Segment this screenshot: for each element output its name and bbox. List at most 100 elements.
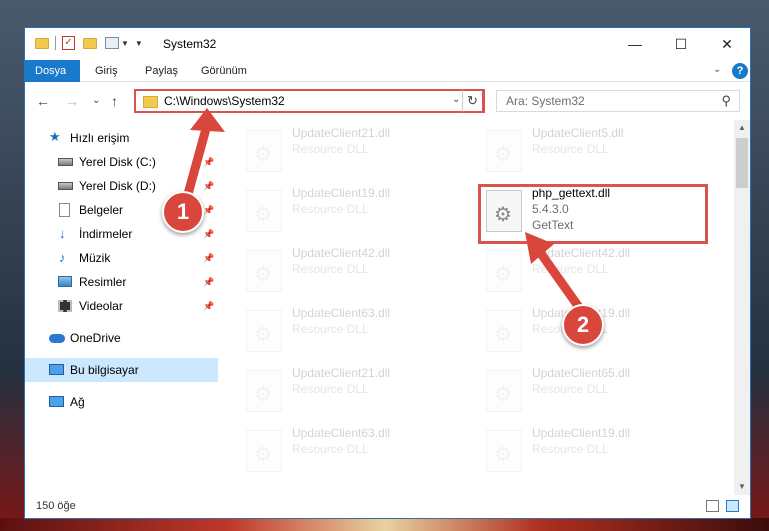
- pin-icon[interactable]: 📌: [203, 253, 214, 264]
- file-item[interactable]: ⚙ UpdateClient19.dll Resource DLL: [486, 426, 686, 478]
- computer-icon: [49, 364, 64, 375]
- sidebar-item-label: OneDrive: [70, 331, 121, 345]
- customize-chevron-down-icon[interactable]: ▼: [121, 39, 129, 48]
- details-view-icon[interactable]: [706, 500, 719, 512]
- pin-icon[interactable]: 📌: [203, 277, 214, 288]
- pin-icon[interactable]: 📌: [203, 181, 214, 192]
- sidebar-item-label: Videolar: [79, 299, 123, 313]
- file-name: UpdateClient63.dll: [292, 426, 391, 440]
- file-type: Resource DLL: [292, 202, 369, 216]
- file-type: Resource DLL: [532, 142, 609, 156]
- minimize-button[interactable]: —: [612, 28, 658, 60]
- file-item[interactable]: ⚙ UpdateClient5.dll Resource DLL: [486, 126, 686, 178]
- drive-icon: [58, 182, 73, 190]
- new-folder-icon[interactable]: [83, 37, 97, 49]
- tab-share[interactable]: Paylaş: [135, 60, 188, 82]
- file-list: ⚙ UpdateClient21.dll Resource DLL ⚙ Upda…: [234, 120, 734, 490]
- scroll-down-icon[interactable]: ▼: [738, 482, 746, 491]
- scrollbar-thumb[interactable]: [736, 138, 748, 188]
- title-bar: ✓ ▼ ▼ System32 — ☐ ✕: [25, 28, 750, 60]
- view-properties-icon[interactable]: [105, 37, 119, 49]
- folder-icon[interactable]: [35, 37, 49, 49]
- recent-locations-chevron-icon[interactable]: ⌄: [92, 95, 100, 106]
- sidebar-item-label: Bu bilgisayar: [70, 363, 139, 377]
- quick-access-menu-icon[interactable]: ▼: [135, 39, 143, 48]
- file-icon: ⚙: [246, 430, 282, 472]
- file-icon: ⚙: [486, 250, 522, 292]
- gear-icon: ⚙: [254, 324, 272, 346]
- quick-access-toolbar: ✓ ▼ ▼: [35, 36, 143, 50]
- search-icon[interactable]: ⚲: [721, 93, 731, 109]
- documents-icon: [59, 203, 70, 217]
- vertical-scrollbar[interactable]: ▲ ▼: [734, 120, 750, 495]
- sidebar-item-pictures[interactable]: Resimler 📌: [25, 270, 218, 294]
- file-item[interactable]: ⚙ UpdateClient65.dll Resource DLL: [486, 366, 686, 418]
- sidebar-item-label: Yerel Disk (C:): [79, 155, 156, 169]
- tab-view[interactable]: Görünüm: [191, 60, 257, 82]
- scroll-up-icon[interactable]: ▲: [738, 123, 746, 132]
- file-item[interactable]: ⚙ UpdateClient19.dll Resource DLL: [246, 186, 446, 238]
- drive-icon: [58, 158, 73, 166]
- pictures-icon: [58, 276, 72, 287]
- navigation-pane: ★ Hızlı erişim Yerel Disk (C:) 📌 Yerel D…: [25, 120, 218, 490]
- sidebar-item-this-pc[interactable]: Bu bilgisayar: [25, 358, 218, 382]
- sidebar-item-label: Resimler: [79, 275, 127, 289]
- file-name: UpdateClient5.dll: [532, 126, 624, 140]
- file-icon: ⚙: [486, 430, 522, 472]
- address-path[interactable]: C:\Windows\System32: [164, 94, 285, 108]
- file-highlight-box: [478, 184, 708, 244]
- status-bar: 150 öğe: [25, 495, 750, 518]
- cloud-icon: [49, 334, 65, 343]
- forward-arrow-icon[interactable]: →: [65, 93, 79, 109]
- back-arrow-icon[interactable]: ←: [36, 93, 50, 109]
- up-arrow-icon[interactable]: ↑: [111, 93, 118, 109]
- search-placeholder: Ara: System32: [506, 94, 585, 108]
- sidebar-item-music[interactable]: ♪ Müzik 📌: [25, 246, 218, 270]
- file-name: UpdateClient65.dll: [532, 366, 631, 380]
- file-item[interactable]: ⚙ UpdateClient42.dll Resource DLL: [486, 246, 686, 298]
- item-count: 150 öğe: [36, 500, 76, 512]
- file-item[interactable]: ⚙ UpdateClient63.dll Resource DLL: [246, 426, 446, 478]
- refresh-button[interactable]: ↻: [462, 89, 484, 113]
- file-item[interactable]: ⚙ UpdateClient42.dll Resource DLL: [246, 246, 446, 298]
- search-input[interactable]: Ara: System32 ⚲: [496, 90, 740, 112]
- tiles-view-icon[interactable]: [726, 500, 739, 512]
- expand-ribbon-chevron-icon[interactable]: ⌄: [713, 64, 721, 75]
- help-icon[interactable]: ?: [732, 63, 748, 79]
- close-button[interactable]: ✕: [704, 28, 750, 60]
- pin-icon[interactable]: 📌: [203, 301, 214, 312]
- pin-icon[interactable]: 📌: [203, 205, 214, 216]
- gear-icon: ⚙: [494, 384, 512, 406]
- sidebar-item-label: Ağ: [70, 395, 85, 409]
- address-dropdown-chevron-icon[interactable]: ⌄: [452, 94, 460, 105]
- file-name: UpdateClient19.dll: [292, 186, 391, 200]
- file-item[interactable]: ⚙ UpdateClient63.dll Resource DLL: [246, 306, 446, 358]
- file-item[interactable]: ⚙ UpdateClient21.dll Resource DLL: [246, 366, 446, 418]
- file-name: UpdateClient63.dll: [292, 306, 391, 320]
- pin-icon[interactable]: 📌: [203, 229, 214, 240]
- file-type: Resource DLL: [292, 322, 369, 336]
- ribbon-tabs: Dosya Giriş Paylaş Görünüm ⌄ ?: [25, 60, 750, 82]
- sidebar-item-onedrive[interactable]: OneDrive: [25, 326, 218, 350]
- gear-icon: ⚙: [494, 444, 512, 466]
- sidebar-item-local-disk-c[interactable]: Yerel Disk (C:) 📌: [25, 150, 218, 174]
- file-type: Resource DLL: [292, 382, 369, 396]
- network-icon: [49, 396, 64, 407]
- sidebar-item-quick-access[interactable]: ★ Hızlı erişim: [25, 126, 218, 150]
- tab-file[interactable]: Dosya: [25, 60, 80, 82]
- explorer-window: ✓ ▼ ▼ System32 — ☐ ✕ Dosya Giriş Paylaş …: [24, 27, 751, 519]
- maximize-button[interactable]: ☐: [658, 28, 704, 60]
- gear-icon: ⚙: [254, 444, 272, 466]
- music-icon: ♪: [59, 250, 66, 265]
- tab-home[interactable]: Giriş: [85, 60, 128, 82]
- file-icon: ⚙: [246, 250, 282, 292]
- sidebar-item-network[interactable]: Ağ: [25, 390, 218, 414]
- sidebar-item-videos[interactable]: Videolar 📌: [25, 294, 218, 318]
- sidebar-item-label: Müzik: [79, 251, 111, 265]
- file-item[interactable]: ⚙ UpdateClient21.dll Resource DLL: [246, 126, 446, 178]
- file-icon: ⚙: [246, 310, 282, 352]
- address-bar[interactable]: C:\Windows\System32 ⌄: [134, 89, 485, 113]
- properties-check-icon[interactable]: ✓: [62, 36, 75, 50]
- pin-icon[interactable]: 📌: [203, 157, 214, 168]
- step-2-badge: 2: [562, 304, 604, 346]
